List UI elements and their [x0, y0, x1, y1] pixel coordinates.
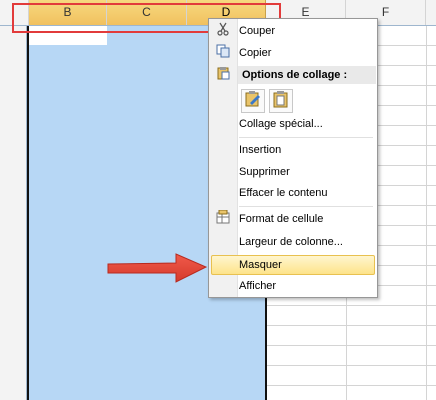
menu-separator — [239, 137, 373, 138]
menu-item-copy[interactable]: Copier — [239, 44, 271, 62]
format-cells-icon — [214, 209, 232, 228]
menu-item-hide[interactable]: Masquer — [239, 256, 282, 274]
menu-item-column-width[interactable]: Largeur de colonne... — [239, 233, 343, 251]
menu-item-insert[interactable]: Insertion — [239, 141, 281, 159]
context-menu: Couper Copier Options de collage : Colla… — [208, 18, 378, 298]
menu-separator — [239, 206, 373, 207]
menu-item-clear-contents[interactable]: Effacer le contenu — [239, 184, 327, 202]
spreadsheet: B C D E F Couper Copier Options de colla… — [0, 0, 436, 400]
menu-item-format-cells[interactable]: Format de cellule — [239, 210, 323, 228]
paste-option-keep-formatting[interactable] — [241, 89, 265, 113]
paste-option-values[interactable] — [269, 89, 293, 113]
column-label: E — [301, 5, 310, 19]
menu-item-delete[interactable]: Supprimer — [239, 163, 290, 181]
menu-item-hide-highlight — [211, 255, 375, 275]
menu-item-cut[interactable]: Couper — [239, 22, 275, 40]
row-header-strip[interactable] — [0, 26, 27, 400]
menu-item-unhide[interactable]: Afficher — [239, 277, 276, 295]
clipboard-icon — [214, 66, 232, 84]
scissors-icon — [214, 22, 232, 40]
menu-item-paste-special[interactable]: Collage spécial... — [239, 115, 323, 133]
pointer-arrow — [106, 252, 208, 291]
column-label: F — [381, 5, 390, 19]
paste-options-label: Options de collage : — [242, 69, 348, 81]
copy-icon — [214, 44, 232, 62]
grid-line — [426, 0, 427, 400]
paste-options-header: Options de collage : — [238, 66, 376, 84]
